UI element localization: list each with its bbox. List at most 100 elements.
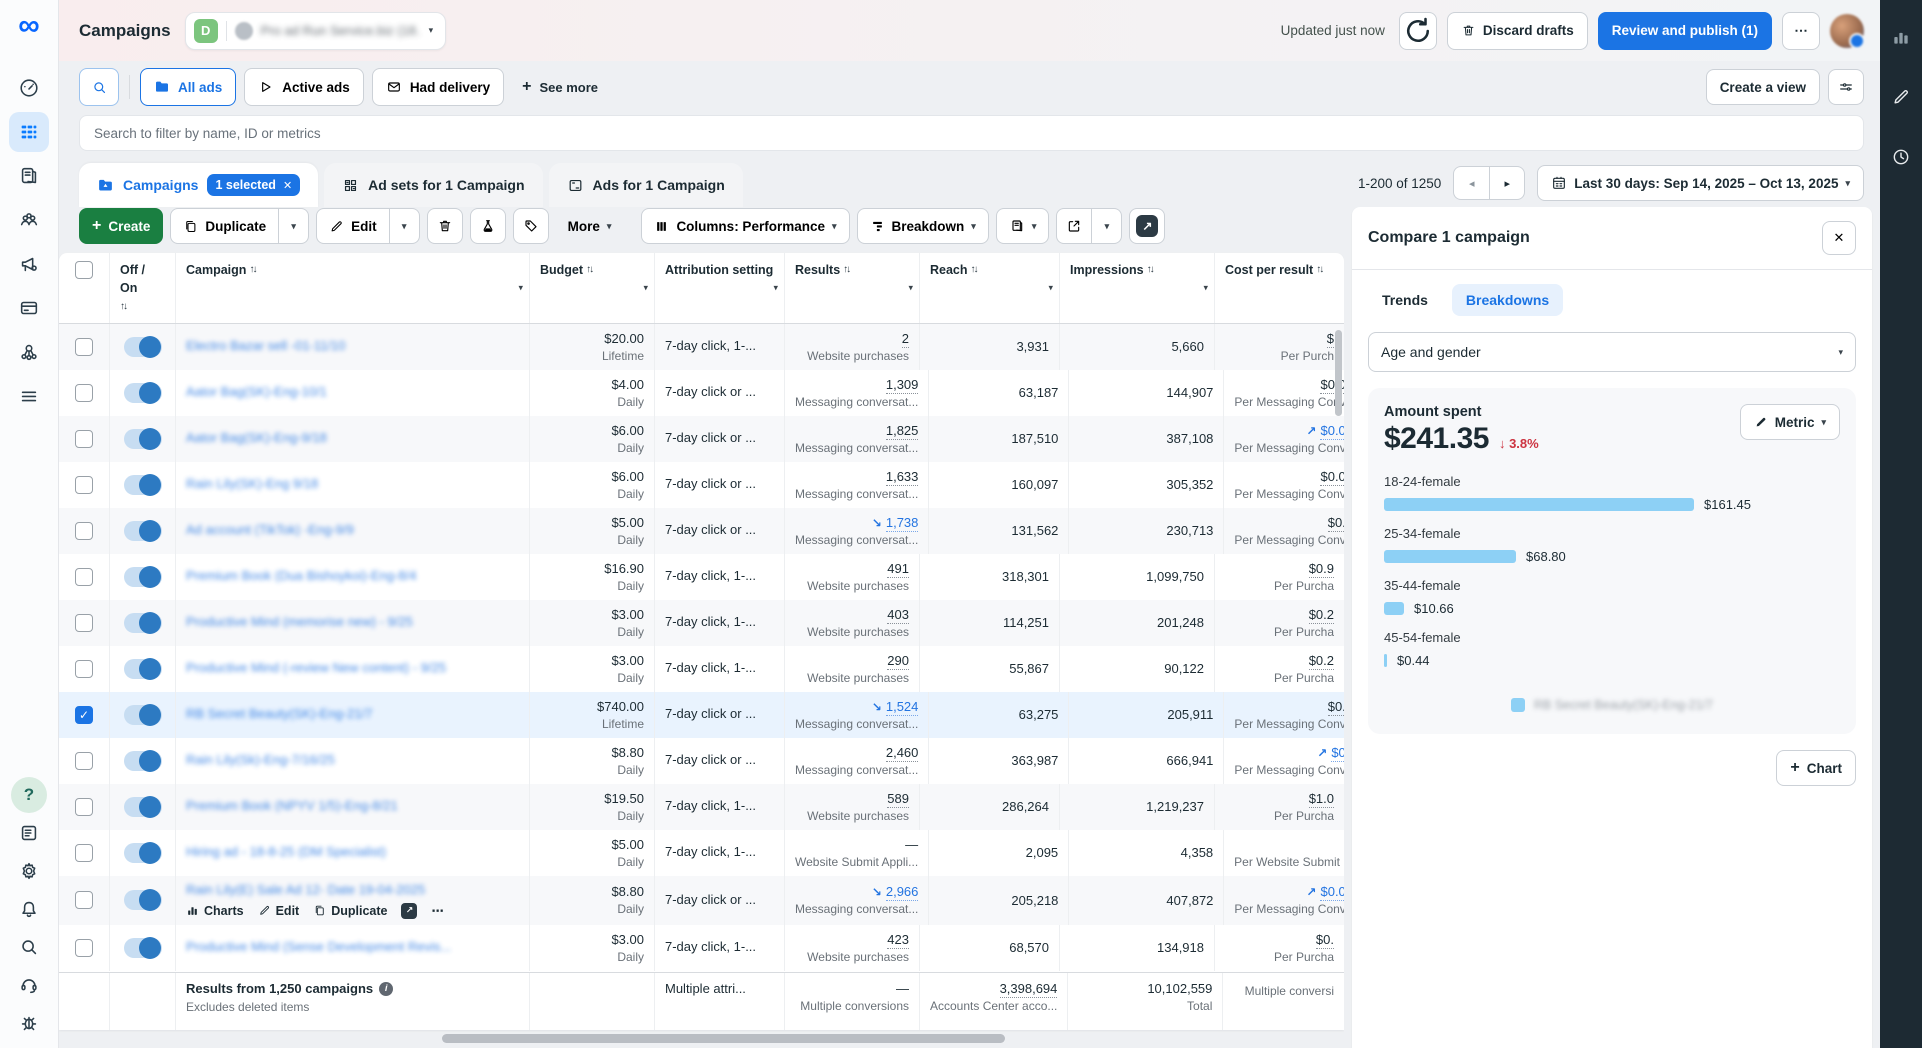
cost-value[interactable]: $0.0 <box>1320 423 1344 440</box>
horizontal-scrollbar[interactable] <box>79 1034 1330 1046</box>
campaign-name-link[interactable]: Electro Bazar sell -01-11/10 <box>186 338 516 355</box>
results-value[interactable]: 1,309 <box>886 377 919 394</box>
campaign-name-link[interactable]: Premium Book (Dua Bishoykoi)-Eng-8/4 <box>186 568 516 585</box>
tab-campaigns[interactable]: Campaigns 1 selected ✕ <box>79 163 318 207</box>
filter-active-ads[interactable]: Active ads <box>244 68 364 106</box>
sort-icon[interactable]: ↑↓ <box>1316 263 1322 278</box>
campaign-toggle[interactable] <box>124 429 162 449</box>
table-row[interactable]: Aator Bag(SK)-Eng-9/18 Charts Edit Dupli… <box>59 416 1344 462</box>
campaign-name-link[interactable]: Rain Lily(SK)-Eng 9/18 <box>186 476 516 493</box>
bug-icon[interactable] <box>11 1005 47 1041</box>
row-checkbox[interactable]: ✓ <box>75 706 93 724</box>
close-panel-button[interactable]: ✕ <box>1822 221 1856 255</box>
campaign-toggle[interactable] <box>124 475 162 495</box>
filter-had-delivery[interactable]: Had delivery <box>372 68 504 106</box>
search-nav-icon[interactable] <box>11 929 47 965</box>
campaign-name-link[interactable]: Rain Lily(E) Sale Ad 12- Date 19-04-2025 <box>186 882 516 899</box>
campaign-name-link[interactable]: Hiring ad - 18-8-25 (DM Specialist) <box>186 844 516 861</box>
cost-value[interactable]: $1.0 <box>1309 791 1334 808</box>
columns-button[interactable]: Columns: Performance▾ <box>641 208 849 244</box>
more-options-button[interactable]: ⋯ <box>1782 12 1820 50</box>
campaign-toggle[interactable] <box>124 567 162 587</box>
sort-icon[interactable]: ↑↓ <box>120 300 126 315</box>
table-row[interactable]: Ad account (TikTok) -Eng-9/9 Charts Edit… <box>59 508 1344 554</box>
help-icon[interactable]: ? <box>11 777 47 813</box>
campaign-toggle[interactable] <box>124 890 162 910</box>
analyze-button[interactable]: ↗ <box>1129 208 1165 244</box>
results-value[interactable]: 423 <box>887 932 909 949</box>
cost-value[interactable]: $0 <box>1331 745 1344 762</box>
tab-ads[interactable]: Ads for 1 Campaign <box>549 163 743 207</box>
sidebar-item-ads-reporting[interactable] <box>9 156 49 196</box>
row-checkbox[interactable] <box>75 430 93 448</box>
cost-value[interactable]: $0.0 <box>1320 469 1344 486</box>
table-row[interactable]: Premium Book (Dua Bishoykoi)-Eng-8/4 Cha… <box>59 554 1344 600</box>
bar[interactable] <box>1384 498 1694 511</box>
review-publish-button[interactable]: Review and publish (1) <box>1598 12 1772 50</box>
sidebar-item-audiences[interactable] <box>9 200 49 240</box>
row-checkbox[interactable] <box>75 614 93 632</box>
discard-drafts-button[interactable]: Discard drafts <box>1447 12 1588 50</box>
history-icon[interactable] <box>1884 140 1918 174</box>
row-checkbox[interactable] <box>75 939 93 957</box>
table-row[interactable]: Rain Lily(SK)-Eng 9/18 Charts Edit Dupli… <box>59 462 1344 508</box>
delete-button[interactable] <box>427 208 463 244</box>
row-checkbox[interactable] <box>75 660 93 678</box>
edit-button[interactable]: Edit <box>316 208 390 244</box>
campaign-toggle[interactable] <box>124 797 162 817</box>
search-input[interactable] <box>79 115 1864 151</box>
table-row[interactable]: Aator Bag(SK)-Eng-10/1 Charts Edit Dupli… <box>59 370 1344 416</box>
create-button[interactable]: + Create <box>79 208 163 244</box>
vertical-scrollbar[interactable] <box>1335 330 1342 416</box>
meta-logo[interactable]: ∞ <box>18 12 39 40</box>
user-avatar[interactable] <box>1830 14 1864 48</box>
campaign-name-link[interactable]: Productive Mind (memorise new) - 9/25 <box>186 614 516 631</box>
cost-value[interactable]: $0. <box>1316 932 1334 949</box>
campaign-name-link[interactable]: RB Secret Beauty(SK)-Eng-21/7 <box>186 706 516 723</box>
row-checkbox[interactable] <box>75 844 93 862</box>
results-value[interactable]: 2,966 <box>886 884 919 901</box>
tab-adsets[interactable]: Ad sets for 1 Campaign <box>324 163 542 207</box>
table-row[interactable]: Hiring ad - 18-8-25 (DM Specialist) Char… <box>59 830 1344 876</box>
export-button[interactable] <box>1056 208 1092 244</box>
table-row[interactable]: Rain Lily(E) Sale Ad 12- Date 19-04-2025… <box>59 876 1344 925</box>
reports-button[interactable]: ▾ <box>996 208 1050 244</box>
results-value[interactable]: 491 <box>887 561 909 578</box>
row-checkbox[interactable] <box>75 476 93 494</box>
campaign-toggle[interactable] <box>124 337 162 357</box>
breakdown-select[interactable]: Age and gender ▾ <box>1368 332 1856 372</box>
row-open-insights-button[interactable]: ↗ <box>401 903 417 919</box>
filter-caret-icon[interactable]: ▾ <box>908 282 913 293</box>
campaign-name-link[interactable]: Aator Bag(SK)-Eng-10/1 <box>186 384 516 401</box>
table-row[interactable]: Productive Mind (-review New content) - … <box>59 646 1344 692</box>
results-value[interactable]: 403 <box>887 607 909 624</box>
campaign-name-link[interactable]: Ad account (TikTok) -Eng-9/9 <box>186 522 516 539</box>
campaign-name-link[interactable]: Rain Lily(Sk)-Eng-7/16/25 <box>186 752 516 769</box>
results-value[interactable]: — <box>905 837 918 852</box>
table-row[interactable]: Premium Book (NPYV 1/5)-Eng-8/21 Charts … <box>59 784 1344 830</box>
breakdown-button[interactable]: Breakdown▾ <box>857 208 989 244</box>
view-settings-button[interactable] <box>1828 69 1864 105</box>
edit-menu-button[interactable]: ▾ <box>390 208 420 244</box>
results-value[interactable]: 1,524 <box>886 699 919 716</box>
table-row[interactable]: Electro Bazar sell -01-11/10 Charts Edit… <box>59 324 1344 370</box>
more-actions-button[interactable]: More▾ <box>556 208 624 244</box>
sort-icon[interactable]: ↑↓ <box>843 263 849 278</box>
add-chart-button[interactable]: + Chart <box>1776 750 1856 786</box>
next-page-button[interactable]: ▸ <box>1489 166 1525 200</box>
bar[interactable] <box>1384 654 1387 667</box>
sort-icon[interactable]: ↑↓ <box>1147 263 1153 278</box>
sort-icon[interactable]: ↑↓ <box>586 263 592 278</box>
campaign-name-link[interactable]: Productive Mind (Sense Development Revis… <box>186 939 516 956</box>
cost-value[interactable]: $0.0 <box>1320 884 1344 901</box>
filter-caret-icon[interactable]: ▾ <box>773 282 778 293</box>
row-checkbox[interactable] <box>75 798 93 816</box>
row-checkbox[interactable] <box>75 384 93 402</box>
date-range-button[interactable]: Last 30 days: Sep 14, 2025 – Oct 13, 202… <box>1537 165 1864 201</box>
campaign-toggle[interactable] <box>124 843 162 863</box>
cost-value[interactable]: $0.2 <box>1309 653 1334 670</box>
campaign-toggle[interactable] <box>124 521 162 541</box>
insights-icon[interactable] <box>1884 20 1918 54</box>
sidebar-item-campaigns[interactable] <box>9 112 49 152</box>
results-value[interactable]: 290 <box>887 653 909 670</box>
